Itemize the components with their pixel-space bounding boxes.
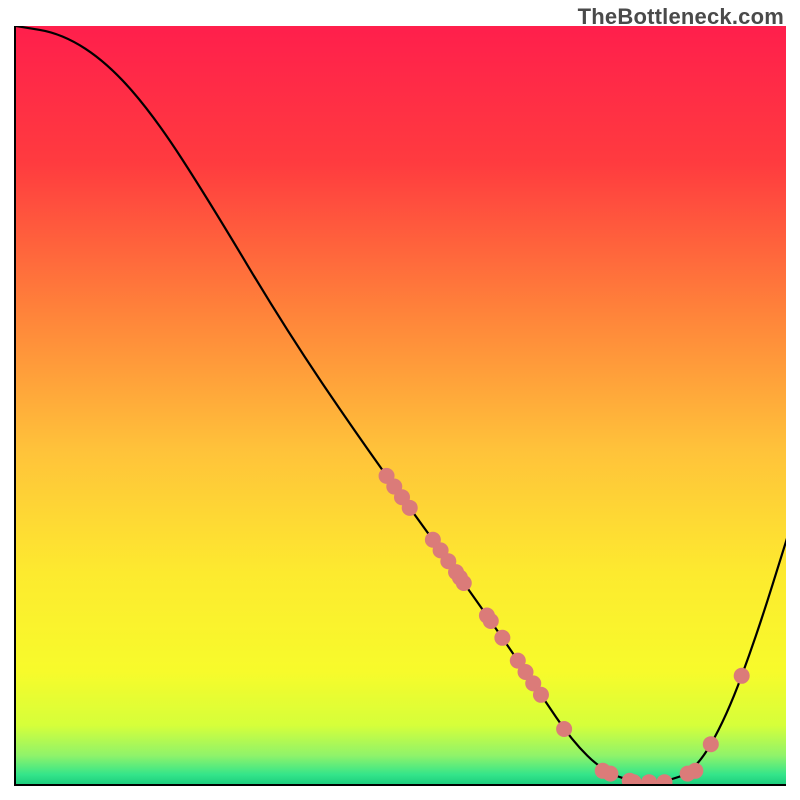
data-point [687,763,703,779]
data-point [556,721,572,737]
gradient-background [16,26,786,786]
data-point [456,575,472,591]
data-point [602,766,618,782]
plot-svg [16,26,786,786]
data-point [533,687,549,703]
data-point [402,500,418,516]
data-point [483,613,499,629]
watermark-text: TheBottleneck.com [578,4,784,30]
data-point [703,736,719,752]
data-point [734,668,750,684]
chart-stage: TheBottleneck.com [0,0,800,800]
data-point [494,630,510,646]
plot-area [14,26,786,786]
